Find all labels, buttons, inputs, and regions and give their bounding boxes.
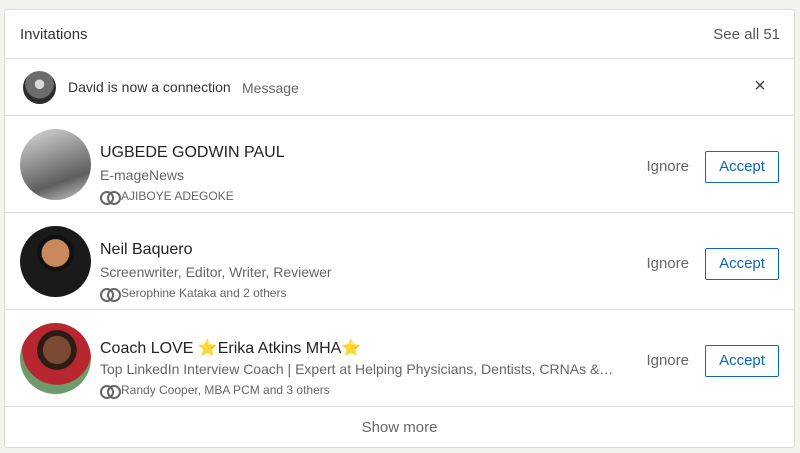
see-all-link[interactable]: See all 51: [713, 26, 780, 43]
show-more-button[interactable]: Show more: [5, 407, 794, 449]
mutual-connections-text: Serophine Kataka and 2 others: [121, 286, 287, 300]
avatar[interactable]: [20, 323, 91, 394]
avatar[interactable]: [20, 129, 91, 200]
invitations-title: Invitations: [20, 26, 88, 43]
connection-notice-text: David is now a connection: [68, 79, 231, 95]
message-button[interactable]: Message: [242, 80, 299, 96]
close-icon[interactable]: ×: [750, 76, 770, 96]
invitation-headline: Screenwriter, Editor, Writer, Reviewer: [100, 264, 332, 280]
connection-notice: David is now a connection Message ×: [5, 59, 794, 116]
avatar[interactable]: [20, 226, 91, 297]
invitation-headline: E-mageNews: [100, 167, 185, 183]
accept-button[interactable]: Accept: [705, 151, 779, 183]
mutual-connections-text: Randy Cooper, MBA PCM and 3 others: [121, 383, 330, 397]
ignore-button[interactable]: Ignore: [646, 255, 689, 272]
ignore-button[interactable]: Ignore: [646, 158, 689, 175]
avatar[interactable]: [23, 71, 56, 104]
invitation-row: Neil Baquero Screenwriter, Editor, Write…: [5, 213, 794, 310]
invitation-row: UGBEDE GODWIN PAUL E-mageNews AJIBOYE AD…: [5, 116, 794, 213]
invitation-name[interactable]: Neil Baquero: [100, 241, 193, 259]
mutual-connections-text: AJIBOYE ADEGOKE: [121, 189, 234, 203]
invitations-card: Invitations See all 51 David is now a co…: [4, 9, 795, 448]
invitation-row: Coach LOVE ⭐Erika Atkins MHA⭐ Top Linked…: [5, 310, 794, 407]
invitation-headline: Top LinkedIn Interview Coach | Expert at…: [100, 361, 614, 377]
ignore-button[interactable]: Ignore: [646, 352, 689, 369]
invitations-header: Invitations See all 51: [5, 10, 794, 59]
mutual-connections-icon: [100, 191, 121, 205]
mutual-connections-icon: [100, 385, 121, 399]
invitation-name[interactable]: Coach LOVE ⭐Erika Atkins MHA⭐: [100, 338, 361, 358]
invitation-name[interactable]: UGBEDE GODWIN PAUL: [100, 144, 285, 162]
accept-button[interactable]: Accept: [705, 345, 779, 377]
accept-button[interactable]: Accept: [705, 248, 779, 280]
mutual-connections-icon: [100, 288, 121, 302]
